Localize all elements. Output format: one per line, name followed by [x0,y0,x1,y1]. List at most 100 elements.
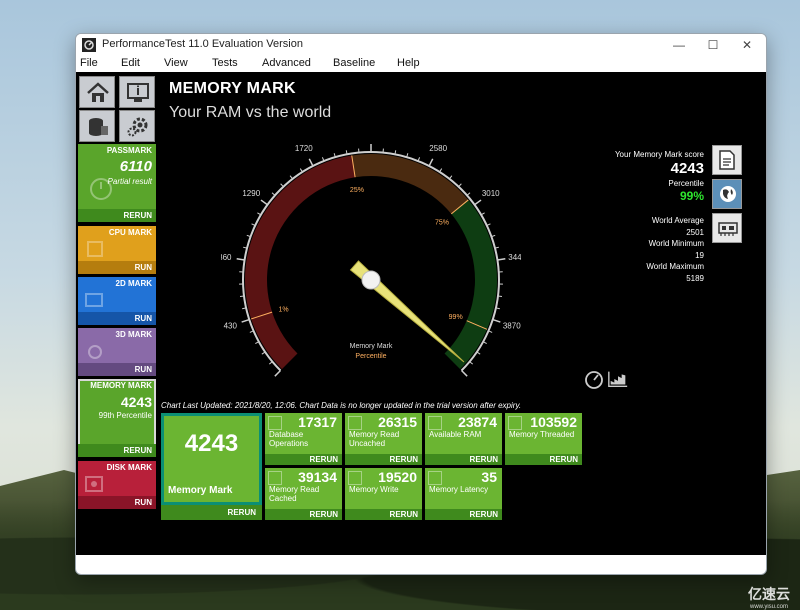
result-value: 23874 [458,414,497,430]
gauge-tick-label: 3010 [482,189,500,198]
memory-mark-tile[interactable]: MEMORY MARK 4243 99th Percentile RERUN [78,379,156,457]
result-card-memory-read-cached[interactable]: 39134 Memory Read Cached RERUN [265,468,342,520]
result-rerun-button[interactable]: RERUN [505,454,582,465]
menu-advanced[interactable]: Advanced [262,57,311,69]
result-rerun-button[interactable]: RERUN [425,454,502,465]
menu-file[interactable]: File [80,57,98,69]
result-rerun-button[interactable]: RERUN [345,509,422,520]
gauge-tick-label: 3870 [503,322,521,331]
gauge-minor-tick [268,361,273,365]
menu-tests[interactable]: Tests [212,57,238,69]
gauge-minor-tick [271,192,276,196]
disk-mark-tile-title: DISK MARK [106,463,152,472]
summary-card-body: 4243 Memory Mark [164,416,259,502]
close-button[interactable]: ✕ [730,34,764,56]
result-card-memory-write[interactable]: 19520 Memory Write RERUN [345,468,422,520]
3d-mark-tile-title: 3D MARK [115,330,152,339]
summary-rerun-button[interactable]: RERUN [161,505,262,520]
passmark-tile-value: 6110 [119,158,152,175]
settings-gear-icon [127,117,148,137]
result-value: 39134 [298,469,337,485]
result-value: 35 [481,469,497,485]
3d-mark-run-button[interactable]: RUN [78,363,156,376]
system-info-icon [127,83,149,102]
gauge-center-label: Memory Mark [350,343,393,350]
result-card-memory-latency[interactable]: 35 Memory Latency RERUN [425,468,502,520]
world-compare-button[interactable] [712,179,742,209]
world-maximum-value: 5189 [686,274,704,283]
gauge-tick-label: 3440 [508,253,521,262]
home-icon [87,82,109,102]
cpu-mark-tile[interactable]: CPU MARK RUN [78,226,156,274]
3d-mark-tile[interactable]: 3D MARK RUN [78,328,156,376]
database-button[interactable] [79,110,115,142]
menu-edit[interactable]: Edit [121,57,140,69]
result-card-database-operations[interactable]: 17317 Database Operations RERUN [265,413,342,465]
result-label: Memory Read Uncached [349,430,400,448]
menu-bar: File Edit View Tests Advanced Baseline H… [76,56,766,72]
ram-icon [428,416,442,430]
gauge-center-sublabel: Percentile [355,353,386,360]
result-rerun-button[interactable]: RERUN [345,454,422,465]
latency-icon [428,471,442,485]
result-rerun-button[interactable]: RERUN [425,509,502,520]
sidebar: PASSMARK 6110 Partial result RERUN CPU M… [76,72,158,555]
result-label: Available RAM [429,430,482,439]
memory-module-icon [718,222,738,236]
summary-label: Memory Mark [168,485,233,496]
cpu-mark-tile-title: CPU MARK [108,228,152,237]
menu-view[interactable]: View [164,57,188,69]
disk-mark-run-button[interactable]: RUN [78,496,156,509]
passmark-rerun-button[interactable]: RERUN [78,209,156,222]
gauge-minor-tick [280,183,284,188]
gauge-percentile-label: 99% [449,314,463,321]
app-window: PerformanceTest 11.0 Evaluation Version … [75,33,767,575]
world-minimum-value: 19 [695,251,704,260]
gauge-major-tick [497,257,506,261]
chart-view-icon[interactable] [607,369,629,389]
gauge-zone-high [444,199,498,370]
minimize-button[interactable]: — [662,34,696,56]
result-value: 17317 [298,414,337,430]
home-button[interactable] [79,76,115,108]
system-info-button[interactable] [119,76,155,108]
stopwatch-icon [90,178,112,200]
2d-mark-run-button[interactable]: RUN [78,312,156,325]
settings-button[interactable] [119,110,155,142]
page-title: MEMORY MARK [169,80,296,97]
result-value: 103592 [530,414,577,430]
passmark-tile[interactable]: PASSMARK 6110 Partial result RERUN [78,144,156,222]
memory-mark-tile-value: 4243 [120,394,152,410]
result-card-memory-read-uncached[interactable]: 26315 Memory Read Uncached RERUN [345,413,422,465]
gauge-hub [361,270,381,290]
result-value: 19520 [378,469,417,485]
report-button[interactable] [712,145,742,175]
2d-mark-tile[interactable]: 2D MARK RUN [78,277,156,325]
gauge-minor-tick [466,192,471,196]
cpu-mark-run-button[interactable]: RUN [78,261,156,274]
gauge-percentile-label: 75% [435,220,449,227]
app-content: PASSMARK 6110 Partial result RERUN CPU M… [76,72,766,555]
memory-write-icon [348,471,362,485]
result-card-memory-threaded[interactable]: 103592 Memory Threaded RERUN [505,413,582,465]
memory-mark-rerun-button[interactable]: RERUN [78,444,156,457]
page-subtitle: Your RAM vs the world [169,104,332,121]
memory-mark-summary-card[interactable]: 4243 Memory Mark RERUN [161,413,262,520]
menu-baseline[interactable]: Baseline [333,57,375,69]
menu-help[interactable]: Help [397,57,420,69]
result-rerun-button[interactable]: RERUN [265,509,342,520]
disk-mark-tile[interactable]: DISK MARK RUN [78,461,156,509]
app-logo-icon [82,38,96,52]
gauge-tick-label: 1720 [295,144,313,153]
chart-update-note: Chart Last Updated: 2021/8/20, 12:06. Ch… [161,401,522,410]
result-rerun-button[interactable]: RERUN [265,454,342,465]
gauge-view-icon[interactable] [583,369,605,389]
world-maximum-label: World Maximum [646,262,704,271]
gauge-major-tick [260,199,268,206]
result-card-available-ram[interactable]: 23874 Available RAM RERUN [425,413,502,465]
hardware-info-button[interactable] [712,213,742,243]
memory-mark-gauge: 0430860129017202150258030103440387043001… [221,144,521,377]
gauge-minor-tick [497,295,503,298]
maximize-button[interactable]: ☐ [696,34,730,56]
world-average-value: 2501 [686,228,704,237]
